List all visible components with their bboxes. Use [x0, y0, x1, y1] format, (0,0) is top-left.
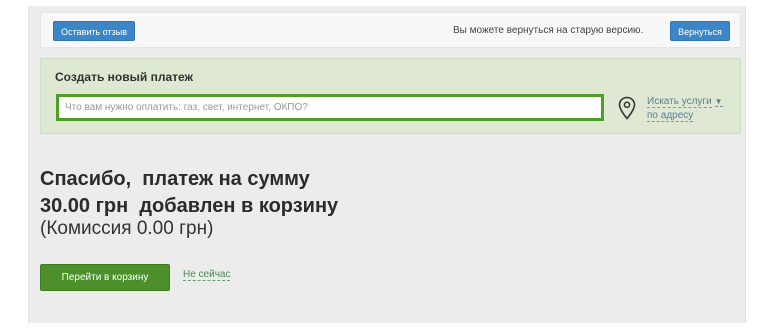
- confirmation-line2: 30.00 грн добавлен в корзину: [40, 195, 339, 217]
- address-link-line1[interactable]: Искать услуги: [647, 96, 712, 108]
- return-button[interactable]: Вернуться: [670, 21, 730, 41]
- feedback-button[interactable]: Оставить отзыв: [53, 21, 135, 41]
- commission-text: (Комиссия 0.00 грн): [40, 218, 214, 239]
- payment-search-input[interactable]: [56, 94, 604, 121]
- payment-title: Создать новый платеж: [55, 70, 194, 84]
- new-payment-panel: Создать новый платеж Искать услуги▼ по а…: [40, 58, 741, 134]
- old-version-text: Вы можете вернуться на старую версию.: [453, 25, 644, 36]
- confirmation-heading: Спасибо, платеж на сумму 30.00 грн добавл…: [40, 166, 338, 220]
- caret-down-icon: ▼: [714, 97, 723, 107]
- address-link-line2[interactable]: по адресу: [647, 110, 694, 122]
- not-now-link[interactable]: Не сейчас: [183, 269, 231, 281]
- top-bar: Оставить отзыв Вы можете вернуться на ст…: [40, 12, 741, 48]
- confirmation-line1: Спасибо, платеж на сумму: [40, 168, 310, 190]
- search-by-address-link[interactable]: Искать услуги ▼ по адресу: [647, 95, 723, 123]
- location-pin-icon[interactable]: [618, 96, 636, 120]
- go-to-cart-button[interactable]: Перейти в корзину: [40, 264, 170, 291]
